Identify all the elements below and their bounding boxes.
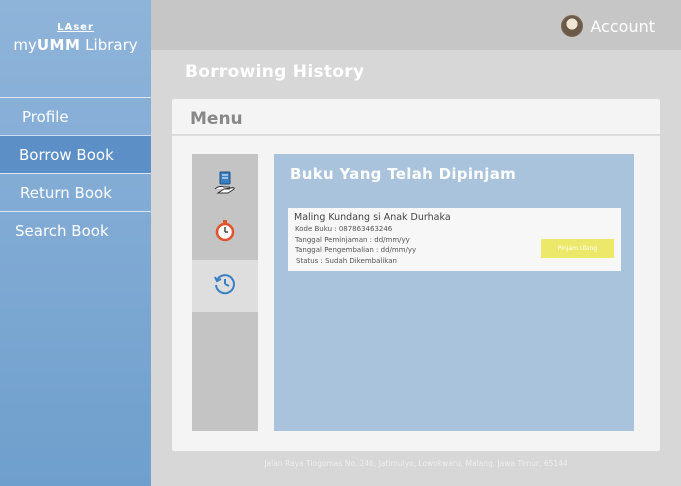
top-bar: Account	[151, 0, 681, 50]
logo-prefix: my	[13, 36, 37, 54]
sidebar-nav: Profile Borrow Book Return Book Search B…	[0, 97, 151, 249]
return-date: Tanggal Pengembalian : dd/mm/yy	[295, 246, 417, 254]
sidebar-item-label: Borrow Book	[19, 146, 114, 164]
sidebar: LAser myUMM Library Profile Borrow Book …	[0, 0, 151, 486]
history-icon	[213, 272, 237, 300]
logo-main-text: myUMM Library	[0, 34, 151, 56]
menu-card: Menu Buku Yang Telah Dipinjam Maling Kun…	[172, 99, 660, 451]
menu-item-borrow[interactable]	[192, 159, 258, 211]
book-title: Maling Kundang si Anak Durhaka	[294, 212, 451, 223]
panel-title: Buku Yang Telah Dipinjam	[290, 165, 517, 183]
book-code: Kode Buku : 087863463246	[295, 225, 393, 233]
footer-address: Jalan Raya Tlogomas No. 246, Jatimulyo, …	[264, 459, 568, 468]
book-hand-icon	[214, 171, 236, 199]
borrowed-books-panel: Buku Yang Telah Dipinjam Maling Kundang …	[274, 154, 634, 431]
avatar	[561, 15, 584, 37]
account-menu[interactable]: Account	[561, 15, 655, 37]
account-label: Account	[590, 16, 655, 36]
logo-lab-text: LAser	[57, 22, 94, 33]
stopwatch-icon	[214, 220, 236, 246]
sidebar-item-label: Profile	[22, 108, 69, 126]
page-title: Borrowing History	[185, 62, 365, 82]
sidebar-item-borrow-book[interactable]: Borrow Book	[0, 135, 151, 173]
borrow-date: Tanggal Peminjaman : dd/mm/yy	[295, 236, 410, 244]
menu-item-history[interactable]	[192, 260, 258, 312]
sidebar-item-label: Search Book	[15, 222, 109, 240]
app-logo[interactable]: LAser myUMM Library	[0, 22, 151, 56]
sidebar-item-label: Return Book	[20, 184, 112, 202]
borrow-again-button[interactable]: Pinjam Ulang	[541, 239, 614, 258]
logo-bold: UMM	[36, 36, 81, 54]
menu-item-timer[interactable]	[192, 207, 258, 259]
book-record: Maling Kundang si Anak Durhaka Kode Buku…	[288, 208, 621, 271]
menu-icon-column	[192, 154, 258, 431]
logo-suffix: Library	[80, 36, 138, 54]
sidebar-item-search-book[interactable]: Search Book	[0, 211, 151, 249]
sidebar-item-return-book[interactable]: Return Book	[0, 173, 151, 211]
book-status: Status : Sudah Dikembalikan	[296, 257, 397, 265]
card-heading: Menu	[172, 99, 660, 136]
sidebar-item-profile[interactable]: Profile	[0, 97, 151, 135]
